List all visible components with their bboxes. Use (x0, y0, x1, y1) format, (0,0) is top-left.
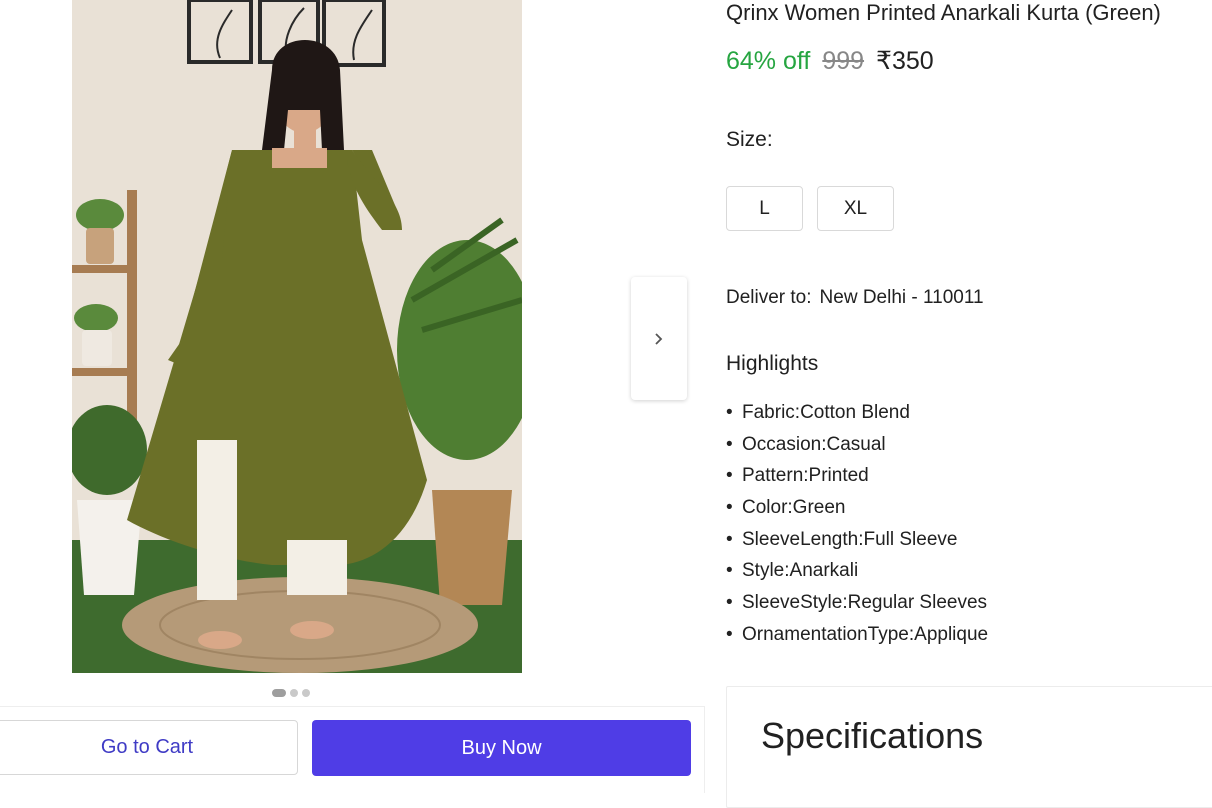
chevron-right-icon (655, 332, 663, 345)
size-option-xl[interactable]: XL (817, 186, 894, 231)
highlights-list: Fabric:Cotton Blend Occasion:Casual Patt… (726, 397, 988, 651)
highlight-item: Color:Green (726, 492, 988, 524)
carousel-dot-1[interactable] (272, 689, 286, 697)
size-label: Size: (726, 128, 773, 151)
size-options: L XL (726, 186, 894, 231)
highlight-item: Occasion:Casual (726, 429, 988, 461)
buy-now-button[interactable]: Buy Now (312, 720, 691, 776)
highlight-item: SleeveStyle:Regular Sleeves (726, 587, 988, 619)
deliver-to[interactable]: Deliver to: New Delhi - 110011 (726, 287, 984, 309)
size-option-l[interactable]: L (726, 186, 803, 231)
specifications-card[interactable]: Specifications (726, 686, 1212, 808)
product-title: Qrinx Women Printed Anarkali Kurta (Gree… (726, 0, 1161, 25)
highlights-title: Highlights (726, 352, 819, 375)
carousel-dot-2[interactable] (290, 689, 298, 697)
product-image[interactable] (72, 0, 522, 673)
highlight-item: SleeveLength:Full Sleeve (726, 524, 988, 556)
action-bar: Go to Cart Buy Now (0, 706, 705, 793)
deliver-location: New Delhi - 110011 (819, 287, 984, 308)
discount-badge: 64% off (726, 47, 811, 75)
go-to-cart-button[interactable]: Go to Cart (0, 720, 298, 775)
carousel-dots (272, 689, 310, 697)
next-image-button[interactable] (631, 277, 687, 400)
original-price: 999 (822, 47, 865, 75)
highlight-item: OrnamentationType:Applique (726, 619, 988, 651)
price-row: 64% off 999 ₹350 (726, 46, 934, 76)
carousel-dot-3[interactable] (302, 689, 310, 697)
selling-price: ₹350 (876, 47, 934, 75)
highlight-item: Style:Anarkali (726, 555, 988, 587)
specifications-title: Specifications (761, 715, 984, 756)
highlight-item: Fabric:Cotton Blend (726, 397, 988, 429)
product-photo (72, 0, 522, 673)
highlight-item: Pattern:Printed (726, 460, 988, 492)
deliver-label: Deliver to: (726, 287, 812, 308)
